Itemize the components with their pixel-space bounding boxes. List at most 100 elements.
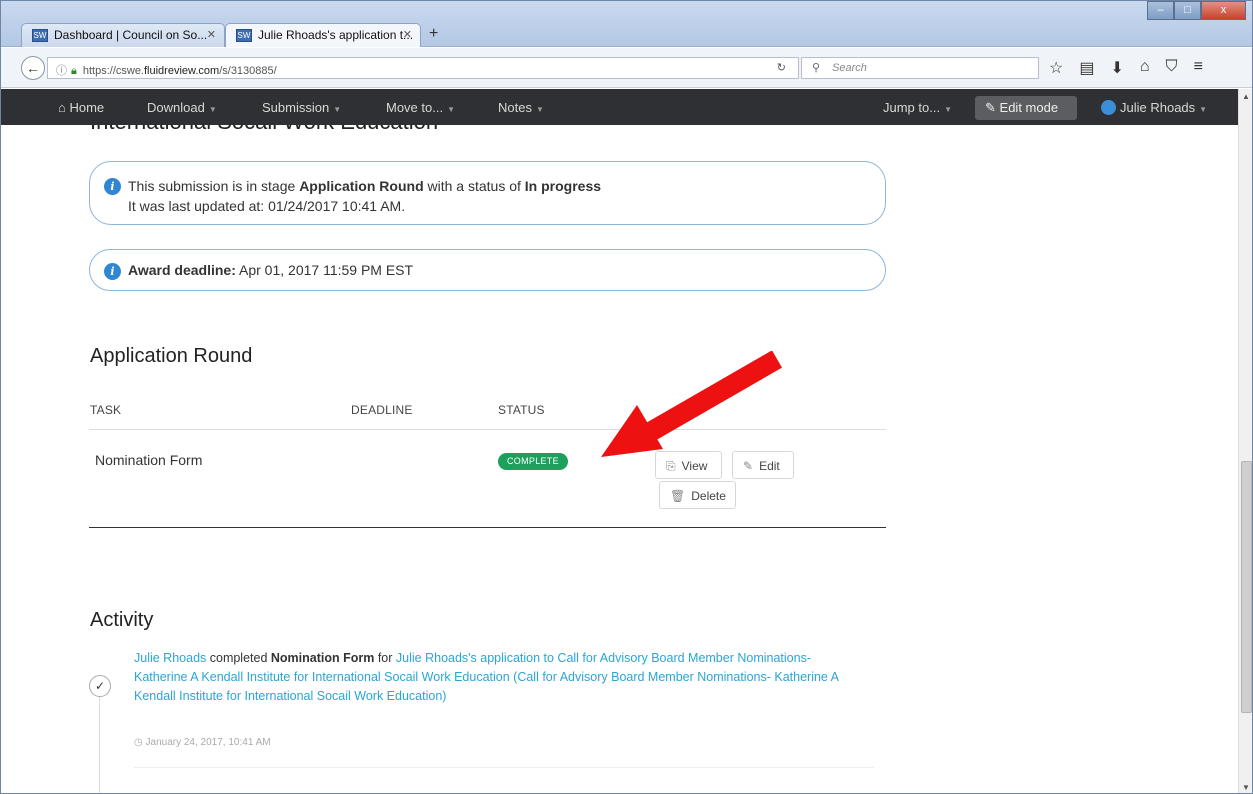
red-arrow-annotation (601, 351, 782, 457)
column-header-task: TASK (90, 403, 122, 417)
status-pre: This submission is in stage (128, 178, 300, 194)
checkmark-icon: ✓ (89, 675, 111, 697)
deadline-alert: i Award deadline: Apr 01, 2017 11:59 PM … (89, 249, 886, 291)
caret-icon: ▼ (447, 105, 455, 114)
activity-item: Julie Rhoads completed Nomination Form f… (134, 649, 854, 706)
column-header-status: STATUS (498, 403, 545, 417)
caret-icon: ▼ (944, 105, 952, 114)
activity-title: Activity (90, 609, 154, 631)
site-header: ⌂ Home Download ▼ Submission ▼ Move to... ▼… (1, 89, 1238, 125)
nav-notes[interactable]: Notes ▼ (498, 100, 544, 115)
trash-icon: 🗑︎ (670, 489, 686, 503)
view-label: View (681, 459, 708, 473)
scrollbar[interactable]: ▲ ▼ (1238, 89, 1252, 793)
url-prefix: https://cswe. (82, 65, 144, 77)
scrollbar-thumb[interactable] (1241, 461, 1252, 713)
tab-label: Dashboard | Council on So... (54, 28, 208, 42)
menu-icon[interactable]: ≡ (1194, 58, 1203, 78)
new-tab-button[interactable]: + (429, 25, 438, 43)
maximize-button[interactable]: □ (1174, 1, 1201, 20)
status-badge: COMPLETE (498, 453, 568, 470)
nav-jump-to[interactable]: Jump to... ▼ (883, 100, 952, 115)
status-updated: It was last updated at: 01/24/2017 10:41… (128, 198, 406, 214)
user-name: Julie Rhoads (1120, 100, 1196, 115)
deadline-label: Award deadline: (128, 262, 236, 278)
info-icon[interactable]: ⓘ (56, 65, 67, 77)
lock-icon: 🔒︎ (71, 65, 77, 77)
info-icon: i (104, 178, 121, 195)
url-bar[interactable]: ⓘ 🔒︎ https://cswe.fluidreview.com/s/313088… (47, 57, 799, 79)
pencil-icon: ✎ (985, 100, 996, 115)
nav-download-label: Download (147, 100, 205, 115)
tab-bar: SW Dashboard | Council on So... ✕ SW Jul… (1, 1, 1252, 47)
edit-mode-label: Edit mode (999, 100, 1059, 115)
pocket-icon[interactable]: ⛉ (1166, 58, 1178, 78)
scroll-up-icon[interactable]: ▲ (1242, 92, 1250, 101)
window-controls: – □ x (1147, 1, 1246, 20)
edit-label: Edit (759, 459, 780, 473)
column-header-deadline: DEADLINE (351, 403, 413, 417)
status-alert: i This submission is in stage Applicatio… (89, 161, 886, 225)
caret-icon: ▼ (535, 105, 544, 114)
activity-for: for (374, 651, 396, 665)
url-domain: fluidreview.com (144, 65, 220, 77)
user-menu[interactable]: Julie Rhoads ▼ (1101, 100, 1207, 115)
search-placeholder: Search (832, 62, 867, 74)
nav-move-to-label: Move to... (386, 100, 444, 115)
reading-list-icon[interactable]: ▤ (1079, 58, 1094, 78)
nav-move-to[interactable]: Move to... ▼ (386, 100, 455, 115)
clock-icon: ◷ (134, 737, 143, 748)
delete-button[interactable]: 🗑︎ Delete (659, 481, 736, 509)
activity-verb: completed (206, 651, 271, 665)
navigation-bar: ← ⓘ 🔒︎ https://cswe.fluidreview.com/s/3130… (1, 48, 1252, 88)
main-content: International Socail Work Education i Th… (1, 125, 1238, 793)
tab-application[interactable]: SW Julie Rhoads's application t... ✕ (225, 23, 421, 47)
close-icon[interactable]: ✕ (207, 28, 216, 41)
activity-separator (134, 767, 874, 768)
caret-icon: ▼ (1199, 105, 1208, 114)
status-line: This submission is in stage Application … (128, 176, 885, 196)
page-title: International Socail Work Education (90, 125, 438, 135)
activity-form: Nomination Form (270, 651, 375, 665)
nav-submission[interactable]: Submission ▼ (262, 100, 341, 115)
status-mid: with a status of (423, 178, 525, 194)
deadline-value: Apr 01, 2017 11:59 PM EST (235, 262, 414, 278)
caret-icon: ▼ (333, 105, 342, 114)
pencil-icon: ✎ (743, 459, 754, 473)
toolbar-icons: ☆ ▤ ⬇ ⌂ ⛉ ≡ (1049, 58, 1203, 78)
status-stage: Application Round (299, 178, 424, 194)
activity-time: January 24, 2017, 10:41 AM (145, 737, 271, 748)
actor-link[interactable]: Julie Rhoads (134, 651, 206, 665)
nav-notes-label: Notes (498, 100, 532, 115)
home-icon: ⌂ (58, 100, 66, 115)
tab-dashboard[interactable]: SW Dashboard | Council on So... ✕ (21, 23, 225, 47)
edit-mode-button[interactable]: ✎ Edit mode (975, 96, 1077, 120)
nav-jump-to-label: Jump to... (883, 100, 941, 115)
delete-label: Delete (691, 489, 726, 503)
task-name: Nomination Form (95, 452, 203, 468)
avatar (1101, 100, 1116, 115)
view-icon: ⎘ (666, 459, 676, 473)
activity-timestamp: ◷ January 24, 2017, 10:41 AM (134, 737, 271, 748)
search-icon: ⚲ (812, 62, 821, 74)
table-bottom-rule (89, 527, 886, 528)
window-close-button[interactable]: x (1201, 1, 1246, 20)
timeline-line (99, 697, 100, 793)
nav-submission-label: Submission (262, 100, 330, 115)
search-input[interactable]: ⚲ Search (801, 57, 1039, 79)
favicon-icon: SW (32, 29, 48, 42)
reload-icon[interactable]: ↻ (777, 61, 786, 74)
minimize-button[interactable]: – (1147, 1, 1174, 20)
tab-label: Julie Rhoads's application t... (258, 28, 414, 42)
nav-home[interactable]: ⌂ Home (58, 100, 104, 115)
close-icon[interactable]: ✕ (403, 28, 412, 41)
nav-download[interactable]: Download ▼ (147, 100, 217, 115)
caret-icon: ▼ (208, 105, 217, 114)
favicon-icon: SW (236, 29, 252, 42)
scroll-down-icon[interactable]: ▼ (1242, 783, 1250, 792)
bookmark-star-icon[interactable]: ☆ (1049, 58, 1063, 78)
download-icon[interactable]: ⬇ (1110, 58, 1123, 78)
back-button[interactable]: ← (21, 56, 45, 80)
application-round-title: Application Round (90, 345, 253, 367)
home-icon[interactable]: ⌂ (1140, 58, 1150, 78)
